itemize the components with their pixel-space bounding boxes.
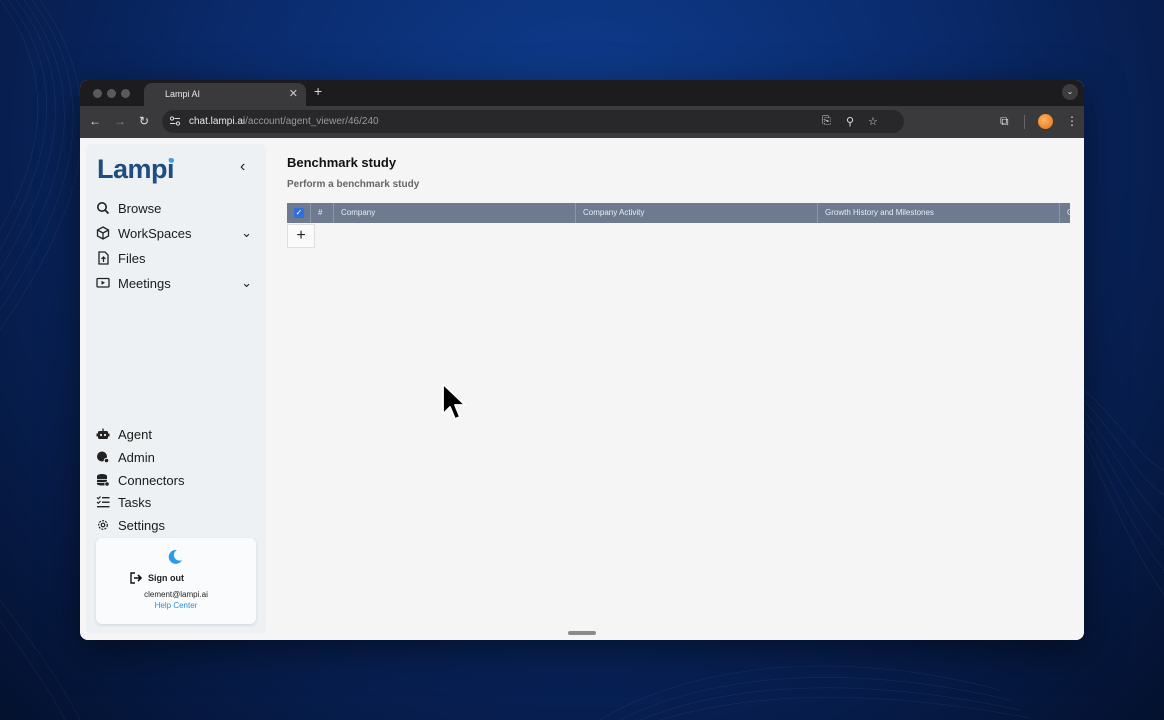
install-app-icon[interactable]: ⎘ [822, 115, 831, 128]
database-icon [97, 474, 110, 487]
url-path: /account/agent_viewer/46/240 [245, 116, 379, 127]
sidebar-item-browse[interactable]: Browse [96, 199, 256, 219]
cube-icon [96, 226, 110, 240]
mouse-cursor-icon [442, 383, 466, 420]
sidebar-item-workspaces[interactable]: WorkSpaces ⌄ [96, 224, 256, 244]
add-row-button[interactable]: + [287, 224, 315, 248]
sidebar-item-settings[interactable]: Settings [96, 516, 256, 536]
url-text: chat.lampi.ai/account/agent_viewer/46/24… [189, 116, 379, 127]
page-subtitle: Perform a benchmark study [287, 179, 420, 190]
sidebar-item-meetings[interactable]: Meetings ⌄ [96, 274, 256, 294]
sidebar-item-label: Admin [118, 450, 155, 465]
sidebar-item-files[interactable]: Files [96, 249, 256, 269]
browser-tab[interactable]: Lampi AI ✕ [144, 83, 306, 106]
browser-window: Lampi AI ✕ + ⌄ ← → ↻ chat.lampi.ai/accou… [80, 80, 1084, 640]
new-tab-button[interactable]: + [314, 83, 322, 99]
sidebar-item-label: Settings [118, 518, 165, 533]
tab-bar: Lampi AI ✕ + ⌄ [80, 80, 1084, 106]
sidebar-item-label: Connectors [118, 473, 185, 488]
bookmark-star-icon[interactable]: ☆ [868, 115, 878, 128]
minimize-window-dot[interactable] [107, 89, 116, 98]
sign-out-label: Sign out [148, 573, 184, 583]
tab-close-icon[interactable]: ✕ [289, 87, 298, 100]
toolbar-divider [1024, 115, 1025, 129]
url-host: chat.lampi.ai [189, 116, 246, 127]
address-bar[interactable]: chat.lampi.ai/account/agent_viewer/46/24… [162, 110, 904, 133]
column-header-next[interactable]: C [1060, 203, 1070, 223]
gear-icon [98, 520, 108, 530]
back-arrow-icon[interactable]: ← [89, 114, 101, 128]
sidebar-item-admin[interactable]: Admin [96, 448, 256, 468]
admin-icon [97, 451, 110, 464]
page-content: Lampi ‹ Browse WorkSpaces ⌄ Files Meetin… [80, 138, 1084, 640]
video-icon [96, 277, 110, 288]
page-title: Benchmark study [287, 155, 397, 170]
sidebar-item-label: Tasks [118, 495, 152, 510]
sidebar-item-label: WorkSpaces [118, 226, 192, 241]
select-all-checkbox[interactable]: ✓ [294, 208, 304, 218]
reload-icon[interactable]: ↻ [139, 114, 149, 128]
sign-out-button[interactable]: Sign out [130, 572, 184, 584]
tasks-icon [96, 496, 110, 508]
column-header-growth-history[interactable]: Growth History and Milestones [818, 203, 1060, 223]
column-header-company[interactable]: Company [334, 203, 576, 223]
sign-out-icon [130, 572, 143, 584]
user-email: clement@lampi.ai [144, 590, 208, 599]
file-icon [98, 251, 109, 265]
chevron-down-icon[interactable]: ⌄ [241, 225, 252, 241]
column-header-company-activity[interactable]: Company Activity [576, 203, 818, 223]
sidebar-item-tasks[interactable]: Tasks [96, 493, 256, 513]
sidebar-item-label: Agent [118, 427, 152, 442]
sidebar-item-label: Browse [118, 201, 162, 216]
tab-search-chevron-icon[interactable]: ⌄ [1062, 84, 1078, 100]
collapse-sidebar-chevron-icon[interactable]: ‹ [240, 158, 245, 176]
column-header-index[interactable]: # [311, 203, 334, 223]
forward-arrow-icon[interactable]: → [114, 114, 126, 128]
site-settings-icon[interactable] [169, 115, 181, 127]
select-all-cell: ✓ [287, 203, 311, 223]
sidebar: Lampi ‹ Browse WorkSpaces ⌄ Files Meetin… [86, 144, 266, 634]
tab-title: Lampi AI [165, 89, 201, 99]
maximize-window-dot[interactable] [121, 89, 130, 98]
lampi-logo[interactable]: Lampi [97, 154, 175, 185]
close-window-dot[interactable] [93, 89, 102, 98]
help-center-link[interactable]: Help Center [96, 601, 256, 610]
sidebar-item-label: Meetings [118, 276, 171, 291]
account-card: Sign out clement@lampi.ai Help Center [96, 538, 256, 624]
more-menu-icon[interactable]: ⋮ [1066, 114, 1078, 128]
browser-toolbar: ← → ↻ chat.lampi.ai/account/agent_viewer… [80, 106, 1084, 138]
sidebar-item-label: Files [118, 251, 146, 266]
sidebar-item-agent[interactable]: Agent [96, 425, 256, 445]
robot-icon [96, 428, 110, 439]
extensions-icon[interactable]: ⧉ [1000, 114, 1009, 129]
table-header: ✓ # Company Company Activity Growth Hist… [287, 203, 1070, 223]
chevron-down-icon[interactable]: ⌄ [241, 275, 252, 291]
resize-grip[interactable] [568, 631, 596, 635]
profile-avatar[interactable] [1038, 114, 1053, 129]
zoom-icon[interactable]: ⚲ [846, 115, 854, 128]
logo-spark-icon [169, 158, 174, 163]
sidebar-item-connectors[interactable]: Connectors [96, 471, 256, 491]
search-icon [97, 202, 110, 215]
moon-icon[interactable] [166, 548, 184, 566]
